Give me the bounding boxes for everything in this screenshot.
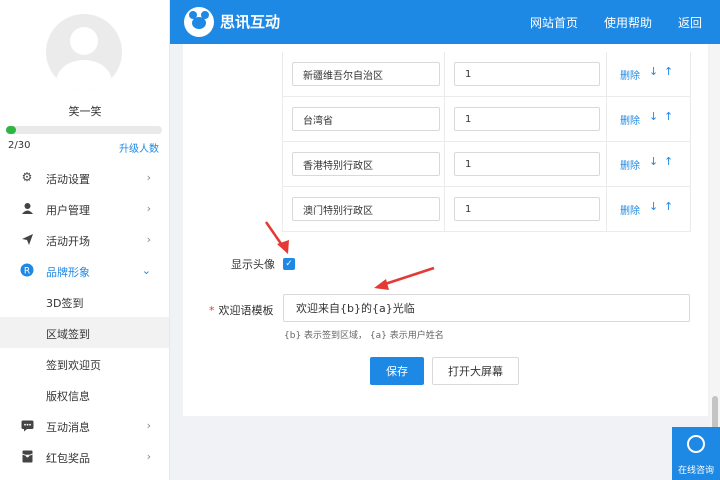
move-down-icon[interactable]: ↓: [649, 155, 658, 168]
menu-item-label: 红包奖品: [46, 452, 90, 465]
brand-r-icon: R: [20, 263, 34, 277]
region-number-input[interactable]: [454, 107, 600, 131]
required-mark: *: [209, 304, 215, 317]
quota-progress-bar: [6, 126, 162, 134]
envelope-icon: [20, 449, 34, 463]
chevron-right-icon: ›: [146, 233, 151, 246]
region-name-cell: [283, 97, 445, 141]
show-avatar-checkbox[interactable]: ✓: [283, 258, 295, 270]
top-header: 思讯互动 网站首页 使用帮助 返回: [170, 0, 720, 44]
quota-progress-text: 2/30: [8, 140, 31, 151]
move-down-icon[interactable]: ↓: [649, 110, 658, 123]
region-name-cell: [283, 52, 445, 96]
upgrade-link[interactable]: 升级人数: [119, 140, 159, 155]
submenu-item-label: 签到欢迎页: [46, 359, 101, 372]
page-scrollbar[interactable]: [710, 44, 720, 480]
show-avatar-label: 显示头像: [231, 258, 275, 271]
region-number-cell: [445, 97, 607, 141]
nav-home-link[interactable]: 网站首页: [530, 14, 578, 31]
table-row: 删除 ↓ ↑: [282, 97, 691, 142]
avatar-head-shape: [70, 27, 98, 55]
nav-back-link[interactable]: 返回: [678, 14, 702, 31]
region-name-input[interactable]: [292, 152, 440, 176]
menu-item-activity-opening[interactable]: 活动开场 ›: [0, 224, 169, 255]
menu-item-label: 活动开场: [46, 235, 90, 248]
chevron-right-icon: ›: [146, 450, 151, 463]
submenu-item-label: 3D签到: [46, 297, 84, 310]
region-number-input[interactable]: [454, 62, 600, 86]
chevron-right-icon: ›: [146, 202, 151, 215]
gear-icon: ⚙: [21, 170, 33, 184]
move-down-icon[interactable]: ↓: [649, 200, 658, 213]
welcome-template-label: * 欢迎语模板: [209, 302, 274, 318]
menu-item-label: 品牌形象: [46, 266, 90, 279]
chevron-down-icon: ⌄: [141, 264, 151, 277]
delete-link[interactable]: 删除: [620, 67, 640, 82]
menu-item-brand-image[interactable]: R 品牌形象 ⌄: [0, 255, 169, 286]
move-up-icon[interactable]: ↑: [664, 65, 673, 78]
svg-text:R: R: [24, 267, 30, 277]
region-number-cell: [445, 187, 607, 231]
region-number-input[interactable]: [454, 152, 600, 176]
online-consult-label: 在线咨询: [677, 466, 714, 476]
avatar[interactable]: [46, 14, 122, 90]
submenu-item-label: 区域签到: [46, 328, 90, 341]
online-consult-button[interactable]: 在线咨询: [672, 427, 720, 480]
region-name-cell: [283, 142, 445, 186]
move-up-icon[interactable]: ↑: [664, 200, 673, 213]
region-number-input[interactable]: [454, 197, 600, 221]
table-row: 删除 ↓ ↑: [282, 142, 691, 187]
region-name-cell: [283, 187, 445, 231]
submenu-item-label: 版权信息: [46, 390, 90, 403]
menu-item-label: 用户管理: [46, 204, 90, 217]
submenu-item-welcome-page[interactable]: 签到欢迎页: [0, 348, 169, 379]
table-row: 删除 ↓ ↑: [282, 187, 691, 232]
move-up-icon[interactable]: ↑: [664, 155, 673, 168]
chevron-right-icon: ›: [146, 171, 151, 184]
menu-item-label: 互动消息: [46, 421, 90, 434]
welcome-template-input[interactable]: [283, 294, 690, 322]
delete-link[interactable]: 删除: [620, 112, 640, 127]
delete-link[interactable]: 删除: [620, 157, 640, 172]
logo-face-shape: [192, 17, 206, 29]
avatar-body-shape: [56, 60, 112, 90]
region-number-cell: [445, 142, 607, 186]
menu-item-interactive-messages[interactable]: 互动消息 ›: [0, 410, 169, 441]
submenu-item-copyright[interactable]: 版权信息: [0, 379, 169, 410]
brand-name: 思讯互动: [220, 13, 281, 31]
welcome-template-hint: {b} 表示签到区域， {a} 表示用户姓名: [284, 331, 444, 341]
region-name-input[interactable]: [292, 197, 440, 221]
region-name-input[interactable]: [292, 62, 440, 86]
move-down-icon[interactable]: ↓: [649, 65, 658, 78]
username: 笑一笑: [68, 105, 102, 118]
menu-item-user-management[interactable]: 用户管理 ›: [0, 193, 169, 224]
region-name-input[interactable]: [292, 107, 440, 131]
sidebar: 笑一笑 2/30 升级人数 ⚙ 活动设置 › 用户管理 › 活动开场 › R 品…: [0, 0, 170, 480]
send-icon: [20, 232, 34, 246]
menu-item-red-packet-prizes[interactable]: 红包奖品 ›: [0, 441, 169, 472]
chat-icon: [20, 418, 34, 432]
submenu-item-3d-signin[interactable]: 3D签到: [0, 286, 169, 317]
user-icon: [20, 201, 34, 215]
menu-item-activity-settings[interactable]: ⚙ 活动设置 ›: [0, 162, 169, 193]
checkmark-icon: ✓: [285, 259, 293, 269]
chevron-right-icon: ›: [146, 419, 151, 432]
welcome-template-label-text: 欢迎语模板: [218, 304, 274, 317]
brand-logo-icon: [184, 7, 214, 37]
save-button[interactable]: 保存: [370, 357, 424, 385]
region-number-cell: [445, 52, 607, 96]
table-row: 删除 ↓ ↑: [282, 52, 691, 97]
nav-help-link[interactable]: 使用帮助: [604, 14, 652, 31]
quota-progress-fill: [6, 126, 17, 134]
move-up-icon[interactable]: ↑: [664, 110, 673, 123]
menu-item-label: 活动设置: [46, 173, 90, 186]
headset-icon: [687, 435, 705, 453]
submenu-item-region-signin[interactable]: 区域签到: [0, 317, 169, 348]
region-signin-card: 删除 ↓ ↑ 删除 ↓ ↑ 删除 ↓ ↑: [183, 44, 708, 416]
delete-link[interactable]: 删除: [620, 202, 640, 217]
open-big-screen-button[interactable]: 打开大屏幕: [432, 357, 519, 385]
